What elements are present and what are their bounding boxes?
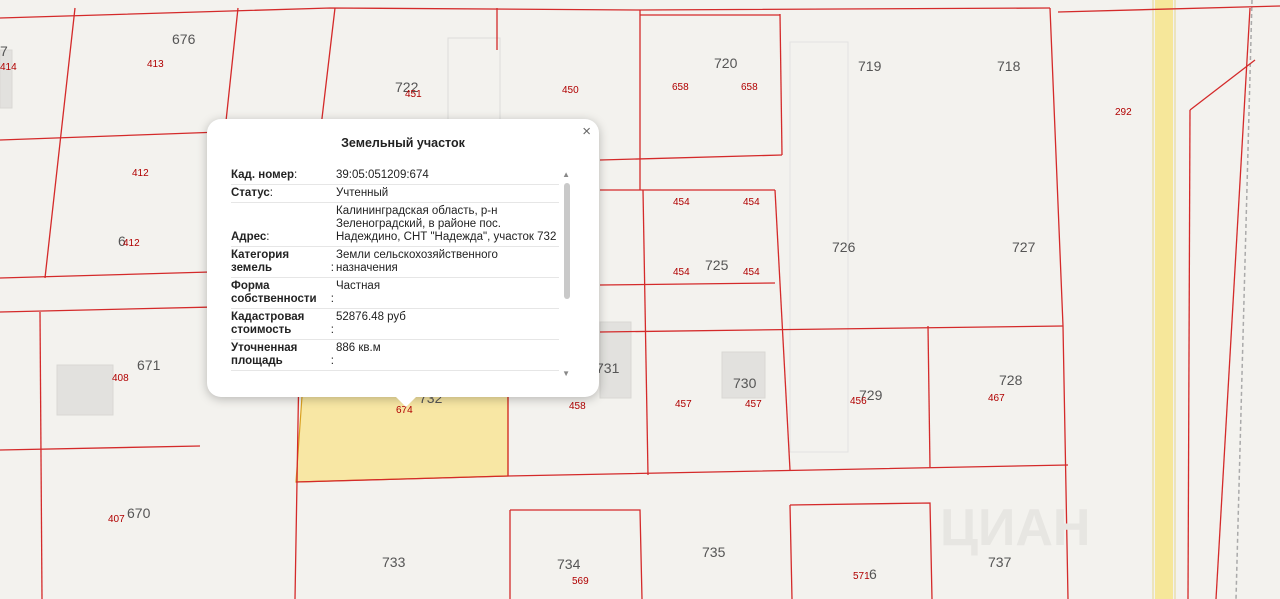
- plot-number: 454: [673, 197, 690, 208]
- parcel-number: 728: [999, 372, 1023, 388]
- info-value: Калининградская область, р-н Зеленоградс…: [336, 205, 557, 243]
- plot-number: 451: [405, 89, 422, 100]
- close-icon[interactable]: ×: [582, 123, 591, 140]
- parcel-number: 670: [127, 505, 151, 521]
- info-value: Частная: [336, 280, 381, 292]
- parcel-number: 718: [997, 58, 1021, 74]
- parcel-number: 730: [733, 375, 757, 391]
- plot-number: 408: [112, 373, 129, 384]
- plot-number: 450: [562, 85, 579, 96]
- parcel-number: 731: [596, 360, 620, 376]
- info-value: 52876.48 руб: [336, 311, 406, 323]
- parcel-number: 671: [137, 357, 161, 373]
- plot-number: 658: [672, 82, 689, 93]
- parcel-number: 719: [858, 58, 882, 74]
- plot-number: 407: [108, 514, 125, 525]
- plot-number: 412: [123, 238, 140, 249]
- parcel-number-partial: 7: [0, 43, 8, 59]
- scroll-down-arrow-icon[interactable]: ▼: [562, 369, 570, 378]
- info-key: Кадастровая стоимость: [231, 311, 305, 336]
- popup-info-table: Кад. номер: 39:05:051209:674 Статус: Учт…: [231, 167, 559, 380]
- plot-number: 571: [853, 571, 870, 582]
- info-value: Земли сельскохозяйственного назначения: [336, 249, 498, 274]
- plot-number: 454: [743, 267, 760, 278]
- plot-number: 414: [0, 62, 17, 73]
- popup-title: Земельный участок: [341, 136, 465, 150]
- plot-number: 412: [132, 168, 149, 179]
- info-row-cadastral-value: Кадастровая стоимость: 52876.48 руб: [231, 309, 559, 340]
- plot-number: 292: [1115, 107, 1132, 118]
- info-key: Форма собственности: [231, 280, 317, 305]
- info-key: Адрес: [231, 231, 267, 243]
- parcel-number: 676: [172, 31, 196, 47]
- info-value: 39:05:051209:674: [336, 169, 429, 181]
- parcel-number-partial: 6: [869, 566, 877, 582]
- parcel-number: 725: [705, 257, 729, 273]
- watermark: ЦИАН: [940, 499, 1090, 557]
- building: [56, 364, 114, 416]
- parcel-number: 720: [714, 55, 738, 71]
- info-key: Уточненная площадь: [231, 342, 298, 367]
- info-key: Кад. номер: [231, 169, 294, 181]
- info-row-land-category: Категория земель: Земли сельскохозяйстве…: [231, 247, 559, 278]
- info-row-ownership: Форма собственности: Частная: [231, 278, 559, 309]
- parcel-number: 727: [1012, 239, 1036, 255]
- info-row-area: Уточненная площадь: 886 кв.м: [231, 340, 559, 371]
- plot-number: 457: [675, 399, 692, 410]
- parcel-number: 733: [382, 554, 406, 570]
- info-key: Статус: [231, 187, 270, 199]
- info-value: Учтенный: [336, 187, 389, 199]
- info-row-address: Адрес: Калининградская область, р-н Зеле…: [231, 203, 559, 247]
- scrollbar-thumb[interactable]: [564, 183, 570, 299]
- info-row-status: Статус: Учтенный: [231, 185, 559, 203]
- plot-number: 458: [569, 401, 586, 412]
- plot-number: 454: [673, 267, 690, 278]
- cadastral-map[interactable]: 676 722 720 719 718 726 727 725 730 729 …: [0, 0, 1280, 599]
- parcel-number: 734: [557, 556, 581, 572]
- plot-number: 658: [741, 82, 758, 93]
- parcel-number: 726: [832, 239, 856, 255]
- parcel-info-popup: Земельный участок × Кад. номер: 39:05:05…: [207, 119, 599, 407]
- scroll-up-arrow-icon[interactable]: ▲: [562, 170, 570, 179]
- info-key: Категория земель: [231, 249, 290, 274]
- plot-number: 454: [743, 197, 760, 208]
- info-row-cadastral-number: Кад. номер: 39:05:051209:674: [231, 167, 559, 185]
- plot-number: 569: [572, 576, 589, 587]
- info-value: 886 кв.м: [336, 342, 381, 354]
- plot-number: 456: [850, 396, 867, 407]
- parcel-number: 735: [702, 544, 726, 560]
- plot-number: 457: [745, 399, 762, 410]
- plot-number: 467: [988, 393, 1005, 404]
- plot-number: 413: [147, 59, 164, 70]
- road: [1155, 0, 1173, 599]
